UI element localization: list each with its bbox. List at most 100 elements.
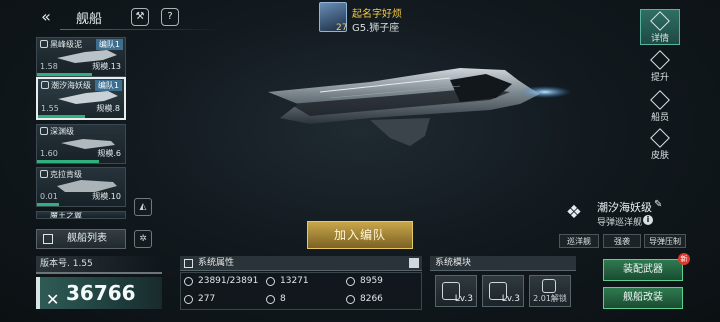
crossed-swords-icon: ✕ [46,290,60,309]
module-level: Lv.3 [454,294,473,304]
page-title: 舰船 [76,12,103,27]
upgrade-icon [650,50,670,70]
header-divider [60,29,220,30]
ship-name: 魔王之翼 [50,211,82,219]
dropdown-icon[interactable] [409,258,419,268]
ship-tag-chip: 强袭 [603,234,641,248]
ship-class-icon [40,127,48,135]
attributes-icon [184,259,193,268]
module-slot[interactable]: Lv.3 [435,275,477,307]
attribute-hp: 23891/23891 [180,273,262,290]
ship-tag-chip: 导弹压制 [644,234,686,248]
progress-bar [37,73,92,76]
ship-scale: 规模.6 [97,149,121,158]
ship-card[interactable]: 魔王之翼 [36,211,126,219]
fleet-filter-icon[interactable]: ◭ [134,198,152,216]
info-icon[interactable]: i [643,215,653,225]
ship-card[interactable]: 深渊级 1.60 规模.6 [36,124,126,164]
version-label: 版本号. 1.55 [36,256,162,272]
attribute-attack: 277 [180,291,262,308]
tab-label: 船员 [650,113,669,123]
ship-class-icon [40,40,48,48]
attribute-energy: 8266 [342,291,422,308]
attribute-value: 8266 [360,294,383,304]
speed-icon [346,277,355,286]
attribute-speed: 8959 [342,273,422,290]
ship-card[interactable]: 黑峰级泥 编队1 1.58 规模.13 [36,37,126,77]
shield-icon [184,277,193,286]
new-badge: 新 [678,253,690,265]
ship-rating: 0.01 [40,192,58,201]
tab-label: 详情 [650,34,669,44]
edit-icon[interactable]: ✎ [654,199,662,210]
combat-power: ✕ 36766 [36,277,162,309]
tab-crew[interactable]: 船员 [640,89,680,125]
ship-tag-chip: 巡洋舰 [559,234,599,248]
ship-name: 深渊级 [50,127,74,136]
module-unlock-text: 2.01解锁 [533,294,567,303]
attribute-value: 8 [280,294,286,304]
fleet-tag: 编队1 [95,39,123,50]
ship-list-label: 舰船列表 [67,233,107,244]
attribute-armor: 13271 [262,273,342,290]
progress-bar [37,203,59,206]
selected-ship-type: 导弹巡洋舰 [597,218,643,228]
ship-rating: 1.55 [41,104,59,113]
module-slot-locked[interactable]: 2.01解锁 [529,275,571,307]
ship-list-button[interactable]: 舰船列表 [36,229,126,249]
game-screen: « 舰船 ⚒ ? 27 起名字好烦 G5.狮子座 黑峰级泥 编队1 1.58 规… [0,0,720,322]
tab-upgrade[interactable]: 提升 [640,49,680,85]
help-icon[interactable]: ? [161,8,179,26]
ship-class-icon [40,170,48,178]
lock-icon [542,279,556,293]
ship-model [268,68,571,146]
ship-card-selected[interactable]: 潮汐海妖级 编队1 1.55 规模.8 [36,77,126,120]
ship-rating: 1.60 [40,149,58,158]
version-divider [36,272,162,274]
energy-icon [346,295,355,304]
ship-name: 克拉肯级 [50,170,82,179]
grid-icon [266,295,275,304]
details-icon [650,11,670,31]
tab-skin[interactable]: 皮肤 [640,127,680,163]
ship-scale: 规模.13 [92,62,121,71]
attribute-value: 8959 [360,276,383,286]
tab-label: 提升 [650,73,669,83]
ship-scale: 规模.8 [96,104,120,113]
attribute-value: 277 [198,294,216,304]
ship-scale: 规模.10 [92,192,121,201]
join-fleet-button[interactable]: 加入编队 [307,221,413,249]
ship-name: 潮汐海妖级 [51,81,91,90]
attribute-value: 13271 [280,276,309,286]
progress-bar [38,115,86,118]
progress-bar [37,160,99,163]
fleet-tag: 编队1 [94,80,122,91]
ship-card[interactable]: 克拉肯级 0.01 规模.10 [36,167,126,207]
tab-label: 皮肤 [650,151,669,161]
attribute-value: 23891/23891 [198,276,259,286]
back-icon[interactable]: « [36,7,56,27]
list-icon [43,234,53,244]
tab-details[interactable]: 详情 [640,9,680,45]
equip-weapon-button[interactable]: 装配武器 [603,259,683,281]
player-level: 27 [336,23,348,33]
ship-class-icon [41,81,49,89]
ship-name: 黑峰级泥 [50,40,82,49]
combat-power-value: 36766 [66,281,136,305]
modules-header: 系统模块 [430,256,576,271]
skin-icon [650,128,670,148]
attribute-grid: 8 [262,291,342,308]
module-slot[interactable]: Lv.3 [482,275,524,307]
armor-icon [266,277,275,286]
settings-icon[interactable]: ✲ [134,230,152,248]
wrench-icon[interactable]: ⚒ [131,8,149,26]
player-name: 起名字好烦 [352,9,402,20]
selected-ship-name: 潮汐海妖级 [597,201,652,214]
attributes-header[interactable]: 系统属性 [180,256,422,271]
module-level: Lv.3 [501,294,520,304]
attack-icon [184,295,193,304]
ship-rating: 1.58 [40,62,58,71]
attributes-title: 系统属性 [198,258,235,268]
player-rank: G5.狮子座 [352,23,400,34]
ship-modify-button[interactable]: 舰船改装 [603,287,683,309]
